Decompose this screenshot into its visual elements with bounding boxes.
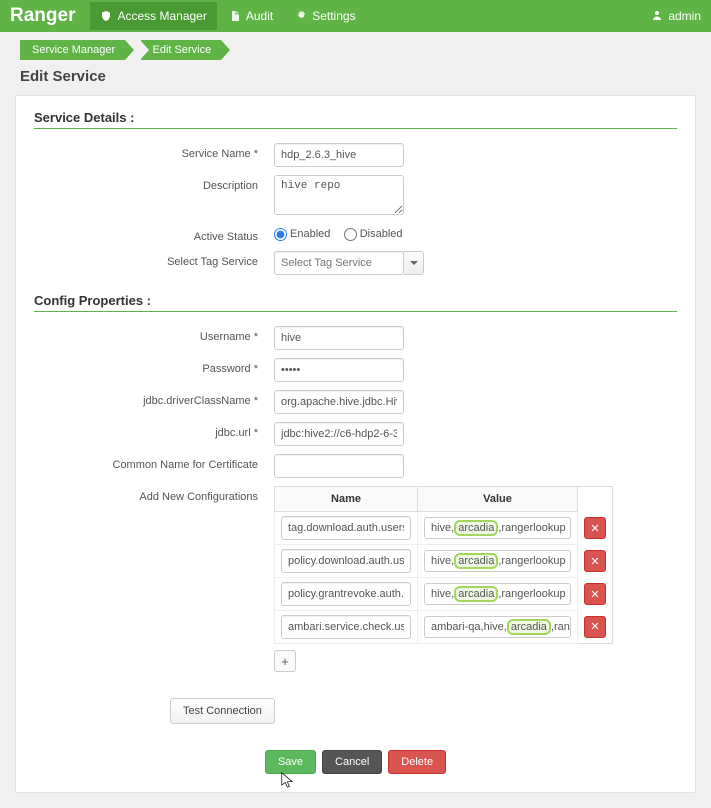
form-card: Service Details : Service Name * Descrip… bbox=[15, 95, 696, 793]
highlight-arcadia: arcadia bbox=[454, 553, 498, 569]
tag-service-select[interactable] bbox=[274, 251, 424, 275]
cfg-value-input[interactable]: hive,arcadia,rangerlookup bbox=[424, 583, 571, 605]
cfg-name-input[interactable] bbox=[281, 615, 411, 639]
radio-enabled-label[interactable]: Enabled bbox=[274, 228, 330, 240]
gear-icon bbox=[295, 10, 307, 22]
label-password: Password * bbox=[34, 358, 274, 375]
delete-row-button[interactable]: ✕ bbox=[584, 583, 606, 605]
label-service-name: Service Name * bbox=[34, 143, 274, 160]
top-nav: Access Manager Audit Settings bbox=[90, 2, 365, 30]
radio-enabled-text: Enabled bbox=[290, 228, 330, 240]
cn-input[interactable] bbox=[274, 454, 404, 478]
highlight-arcadia: arcadia bbox=[507, 619, 551, 635]
nav-audit[interactable]: Audit bbox=[219, 2, 283, 30]
breadcrumb-edit-service[interactable]: Edit Service bbox=[141, 40, 222, 60]
username-input[interactable] bbox=[274, 326, 404, 350]
label-active-status: Active Status bbox=[34, 226, 274, 243]
cancel-button[interactable]: Cancel bbox=[322, 750, 382, 774]
highlight-arcadia: arcadia bbox=[454, 586, 498, 602]
config-table: Name Value hive,arcadia,rangerlookup✕hiv… bbox=[274, 486, 613, 644]
tag-service-dropdown-button[interactable] bbox=[404, 251, 424, 275]
delete-button[interactable]: Delete bbox=[388, 750, 446, 774]
service-name-input[interactable] bbox=[274, 143, 404, 167]
cfg-value-input[interactable]: hive,arcadia,rangerlookup bbox=[424, 517, 571, 539]
nav-access-manager[interactable]: Access Manager bbox=[90, 2, 216, 30]
nav-label: Access Manager bbox=[117, 9, 206, 23]
table-row: hive,arcadia,rangerlookup ✕ bbox=[275, 545, 613, 578]
label-driver: jdbc.driverClassName * bbox=[34, 390, 274, 407]
delete-row-button[interactable]: ✕ bbox=[584, 616, 606, 638]
document-icon bbox=[229, 10, 241, 22]
chevron-down-icon bbox=[410, 261, 418, 265]
tag-service-display[interactable] bbox=[274, 251, 404, 275]
table-row: hive,arcadia,rangerlookup ✕ bbox=[275, 578, 613, 611]
shield-icon bbox=[100, 10, 112, 22]
label-url: jdbc.url * bbox=[34, 422, 274, 439]
brand-logo: Ranger bbox=[10, 5, 75, 27]
save-button[interactable]: Save bbox=[265, 750, 316, 774]
password-input[interactable] bbox=[274, 358, 404, 382]
cfg-name-input[interactable] bbox=[281, 549, 411, 573]
footer-actions: Save Cancel Delete bbox=[34, 750, 677, 774]
cfg-value-header: Value bbox=[418, 487, 578, 512]
top-bar: Ranger Access Manager Audit Settings adm… bbox=[0, 0, 711, 32]
label-description: Description bbox=[34, 175, 274, 192]
driver-input[interactable] bbox=[274, 390, 404, 414]
label-select-tag-service: Select Tag Service bbox=[34, 251, 274, 268]
user-name: admin bbox=[668, 9, 701, 23]
cfg-name-input[interactable] bbox=[281, 582, 411, 606]
breadcrumb: Service Manager Edit Service bbox=[0, 32, 711, 64]
delete-row-button[interactable]: ✕ bbox=[584, 550, 606, 572]
test-connection-button[interactable]: Test Connection bbox=[170, 698, 275, 724]
cfg-value-input[interactable]: ambari-qa,hive,arcadia,rangerlookup bbox=[424, 616, 571, 638]
label-cn: Common Name for Certificate bbox=[34, 454, 274, 471]
radio-disabled-text: Disabled bbox=[360, 228, 403, 240]
nav-label: Audit bbox=[246, 9, 273, 23]
section-service-details: Service Details : bbox=[34, 110, 677, 129]
user-icon bbox=[651, 9, 663, 24]
user-menu[interactable]: admin bbox=[651, 9, 701, 24]
page-title: Edit Service bbox=[0, 64, 711, 95]
table-row: ambari-qa,hive,arcadia,rangerlookup ✕ bbox=[275, 611, 613, 644]
cfg-name-input[interactable] bbox=[281, 516, 411, 540]
cfg-value-input[interactable]: hive,arcadia,rangerlookup bbox=[424, 550, 571, 572]
label-add-new-config: Add New Configurations bbox=[34, 486, 274, 503]
cfg-name-header: Name bbox=[275, 487, 418, 512]
table-row: hive,arcadia,rangerlookup ✕ bbox=[275, 512, 613, 545]
radio-disabled[interactable] bbox=[344, 228, 357, 241]
radio-enabled[interactable] bbox=[274, 228, 287, 241]
nav-settings[interactable]: Settings bbox=[285, 2, 365, 30]
highlight-arcadia: arcadia bbox=[454, 520, 498, 536]
section-config-properties: Config Properties : bbox=[34, 293, 677, 312]
description-textarea[interactable]: hive repo bbox=[274, 175, 404, 215]
delete-row-button[interactable]: ✕ bbox=[584, 517, 606, 539]
nav-label: Settings bbox=[312, 9, 355, 23]
url-input[interactable] bbox=[274, 422, 404, 446]
cursor-icon bbox=[281, 772, 295, 793]
add-config-button[interactable]: + bbox=[274, 650, 296, 672]
breadcrumb-service-manager[interactable]: Service Manager bbox=[20, 40, 125, 60]
radio-disabled-label[interactable]: Disabled bbox=[344, 228, 403, 240]
label-username: Username * bbox=[34, 326, 274, 343]
